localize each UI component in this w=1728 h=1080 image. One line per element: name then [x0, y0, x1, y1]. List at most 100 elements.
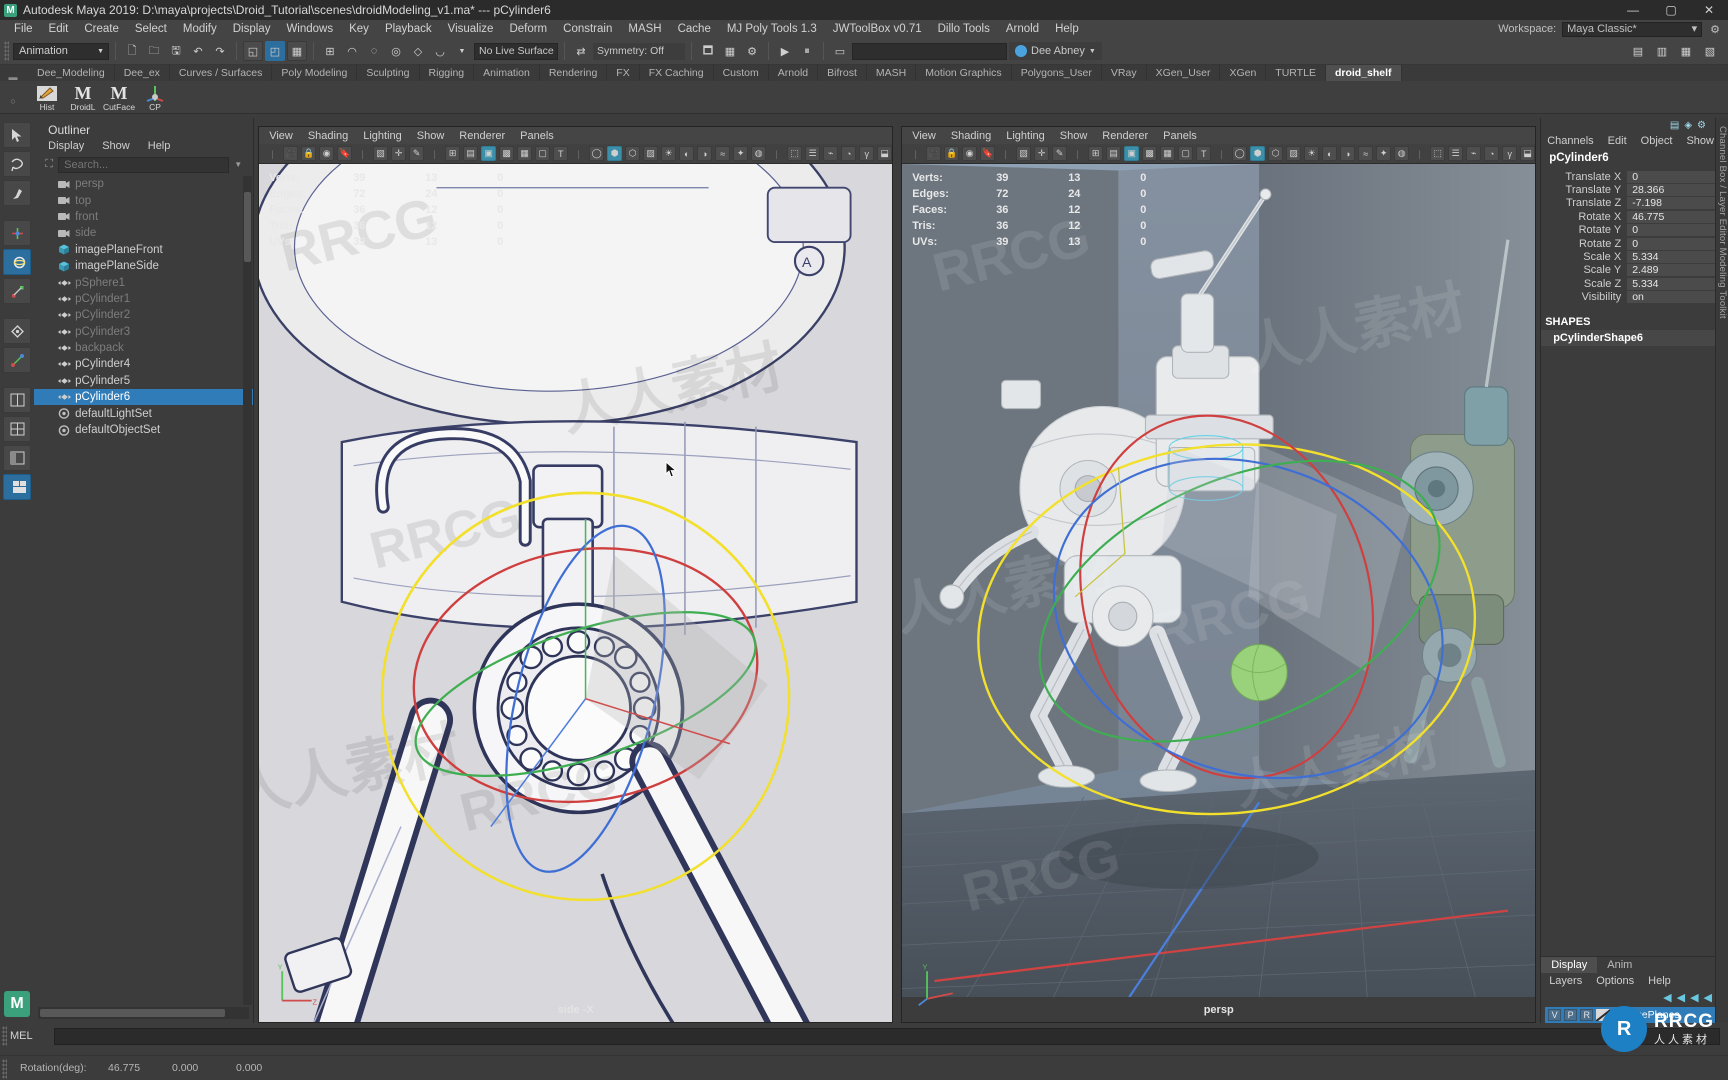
- user-account-menu[interactable]: Dee Abney ▼: [1009, 42, 1102, 60]
- layer-menu-help[interactable]: Help: [1648, 975, 1671, 987]
- smooth-shade-icon[interactable]: ⬢: [607, 146, 622, 161]
- shelf-tab-vray[interactable]: VRay: [1102, 65, 1147, 81]
- workspace-dropdown[interactable]: Maya Classic* ▾: [1562, 22, 1702, 37]
- xray-icon[interactable]: ☰: [1448, 146, 1463, 161]
- channel-attribute-row[interactable]: Translate Y28.366: [1541, 183, 1720, 196]
- vp-menu-view[interactable]: View: [912, 130, 936, 142]
- shelf-tab-xgen-user[interactable]: XGen_User: [1147, 65, 1221, 81]
- select-tool-button[interactable]: [3, 122, 31, 148]
- safe-action-icon[interactable]: ▢: [1178, 146, 1193, 161]
- snap-to-grid-icon[interactable]: ⊞: [320, 41, 340, 61]
- depth-of-field-icon[interactable]: ◍: [751, 146, 766, 161]
- render-settings-icon[interactable]: ⚙: [742, 41, 762, 61]
- outliner-item-front[interactable]: front: [34, 209, 253, 225]
- move-layer-down-icon[interactable]: ◀: [1677, 991, 1685, 1004]
- channel-attribute-row[interactable]: Translate X0: [1541, 170, 1720, 183]
- outliner-item-imageplaneside[interactable]: imagePlaneSide: [34, 258, 253, 274]
- rotate-manipulator[interactable]: [902, 164, 1535, 997]
- channel-attribute-row[interactable]: Visibilityon: [1541, 291, 1720, 304]
- vp-menu-shading[interactable]: Shading: [951, 130, 991, 142]
- redo-icon[interactable]: ↷: [210, 41, 230, 61]
- gate-mask-icon[interactable]: ▩: [499, 146, 514, 161]
- new-layer-icon[interactable]: ◀: [1690, 991, 1698, 1004]
- vp-menu-panels[interactable]: Panels: [520, 130, 554, 142]
- channel-attribute-row[interactable]: Scale Z5.334: [1541, 277, 1720, 290]
- shelf-tab-fx[interactable]: FX: [607, 65, 639, 81]
- show-manipulator-tool-button[interactable]: [3, 347, 31, 373]
- shelf-button-cutface[interactable]: M CutFace: [102, 83, 136, 111]
- menu-help[interactable]: Help: [1047, 20, 1087, 38]
- viewport-side[interactable]: View Shading Lighting Show Renderer Pane…: [258, 126, 893, 1023]
- vp-menu-show[interactable]: Show: [417, 130, 445, 142]
- outliner-item-pcylinder1[interactable]: pCylinder1: [34, 291, 253, 307]
- outliner-item-pcylinder4[interactable]: pCylinder4: [34, 356, 253, 372]
- tab-anim-layers[interactable]: Anim: [1597, 957, 1642, 973]
- stop-playback-icon[interactable]: ⏸: [797, 41, 817, 61]
- menu-edit[interactable]: Edit: [41, 20, 77, 38]
- shelf-tab-arnold[interactable]: Arnold: [769, 65, 818, 81]
- snap-to-curve-icon[interactable]: ◠: [342, 41, 362, 61]
- outliner-item-imageplanefront[interactable]: imagePlaneFront: [34, 242, 253, 258]
- shelf-tab-rigging[interactable]: Rigging: [420, 65, 475, 81]
- image-plane-icon[interactable]: ▧: [373, 146, 388, 161]
- channel-attribute-row[interactable]: Scale X5.334: [1541, 250, 1720, 263]
- gate-mask-icon[interactable]: ▩: [1142, 146, 1157, 161]
- shelf-tab-dee-ex[interactable]: Dee_ex: [115, 65, 170, 81]
- snap-to-projected-center-icon[interactable]: ◎: [386, 41, 406, 61]
- layer-display-type-toggle[interactable]: R: [1580, 1009, 1593, 1021]
- viewport-persp[interactable]: View Shading Lighting Show Renderer Pane…: [901, 126, 1536, 1023]
- channel-attribute-row[interactable]: Rotate Z0: [1541, 237, 1720, 250]
- film-gate-icon[interactable]: ▤: [1106, 146, 1121, 161]
- menu-constrain[interactable]: Constrain: [555, 20, 620, 38]
- outliner-item-pcylinder6[interactable]: pCylinder6: [34, 389, 253, 405]
- field-chart-icon[interactable]: ▦: [517, 146, 532, 161]
- vp-menu-renderer[interactable]: Renderer: [1102, 130, 1148, 142]
- channel-attribute-row[interactable]: Translate Z-7.198: [1541, 197, 1720, 210]
- multisample-icon[interactable]: ✦: [733, 146, 748, 161]
- cb-menu-edit[interactable]: Edit: [1608, 135, 1627, 147]
- shadows-icon[interactable]: ◐: [679, 146, 694, 161]
- attribute-editor-icon[interactable]: ◈: [1684, 120, 1692, 131]
- grease-pencil-icon[interactable]: ✎: [409, 146, 424, 161]
- film-gate-icon[interactable]: ▤: [463, 146, 478, 161]
- shelf-options-icon[interactable]: ○: [10, 96, 15, 106]
- vp-menu-view[interactable]: View: [269, 130, 293, 142]
- camera-attributes-icon[interactable]: ◉: [962, 146, 977, 161]
- shelf-tab-mash[interactable]: MASH: [867, 65, 916, 81]
- shelf-tab-animation[interactable]: Animation: [474, 65, 540, 81]
- outliner-menu-show[interactable]: Show: [102, 140, 130, 152]
- smooth-shade-icon[interactable]: ⬢: [1250, 146, 1265, 161]
- snap-dropdown-icon[interactable]: ▼: [452, 41, 472, 61]
- outliner-item-defaultobjectset[interactable]: defaultObjectSet: [34, 422, 253, 438]
- make-live-icon[interactable]: ◡: [430, 41, 450, 61]
- select-camera-icon[interactable]: 🎥: [926, 146, 941, 161]
- last-tool-button[interactable]: [3, 318, 31, 344]
- shelf-button-hist[interactable]: Hist: [30, 83, 64, 111]
- attribute-value-field[interactable]: 46.775: [1627, 211, 1720, 223]
- outliner-item-pcylinder3[interactable]: pCylinder3: [34, 324, 253, 340]
- toolbar-grip[interactable]: [4, 41, 9, 61]
- outliner-item-defaultlightset[interactable]: defaultLightSet: [34, 405, 253, 421]
- undo-icon[interactable]: ↶: [188, 41, 208, 61]
- select-by-object-icon[interactable]: ◰: [265, 41, 285, 61]
- hypershade-layout-button[interactable]: [3, 474, 31, 500]
- attribute-editor-panel-icon[interactable]: ▥: [1652, 41, 1672, 61]
- lighting-icon[interactable]: ☀: [1304, 146, 1319, 161]
- exposure-icon[interactable]: ◔: [1484, 146, 1499, 161]
- grid-toggle-icon[interactable]: ⊞: [445, 146, 460, 161]
- playblast-icon[interactable]: ▶: [775, 41, 795, 61]
- shelf-tab-polygons-user[interactable]: Polygons_User: [1012, 65, 1102, 81]
- wireframe-shading-icon[interactable]: ◯: [589, 146, 604, 161]
- outliner-item-pcylinder2[interactable]: pCylinder2: [34, 307, 253, 323]
- single-view-layout-button[interactable]: [3, 387, 31, 413]
- menu-mj-poly-tools[interactable]: MJ Poly Tools 1.3: [719, 20, 825, 38]
- image-plane-icon[interactable]: ▧: [1016, 146, 1031, 161]
- shelf-tab-xgen[interactable]: XGen: [1220, 65, 1266, 81]
- mel-input-field[interactable]: [54, 1028, 1720, 1045]
- command-line-grip[interactable]: [2, 1026, 7, 1046]
- depth-of-field-icon[interactable]: ◍: [1394, 146, 1409, 161]
- rotate-tool-button[interactable]: [3, 249, 31, 275]
- search-input[interactable]: [58, 157, 229, 173]
- menu-modify[interactable]: Modify: [175, 20, 225, 38]
- isolate-select-icon[interactable]: ⬚: [787, 146, 802, 161]
